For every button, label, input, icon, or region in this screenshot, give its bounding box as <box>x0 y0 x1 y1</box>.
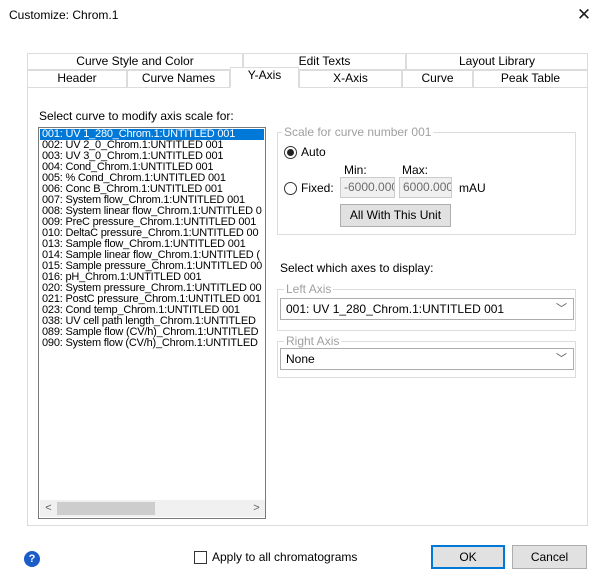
list-item[interactable]: 089: Sample flow (CV/h)_Chrom.1:UNTITLED <box>40 327 264 338</box>
curve-listbox[interactable]: 001: UV 1_280_Chrom.1:UNTITLED 001 002: … <box>38 127 266 519</box>
ok-button[interactable]: OK <box>431 545 505 569</box>
list-item[interactable]: 016: pH_Chrom.1:UNTITLED 001 <box>40 272 264 283</box>
list-item[interactable]: 021: PostC pressure_Chrom.1:UNTITLED 001 <box>40 294 264 305</box>
list-item[interactable]: 007: System flow_Chrom.1:UNTITLED 001 <box>40 195 264 206</box>
fixed-radio[interactable] <box>284 182 297 195</box>
left-axis-value: 001: UV 1_280_Chrom.1:UNTITLED 001 <box>286 302 505 316</box>
fixed-label: Fixed: <box>301 181 334 195</box>
scroll-thumb[interactable] <box>57 502 155 515</box>
tab-header[interactable]: Header <box>27 70 127 87</box>
right-axis-dropdown[interactable]: None ﹀ <box>280 348 574 370</box>
scroll-right-icon[interactable]: > <box>248 500 265 517</box>
help-icon[interactable]: ? <box>24 551 40 567</box>
max-field[interactable]: 6000.000 <box>399 177 452 198</box>
curve-list-prompt: Select curve to modify axis scale for: <box>39 109 234 123</box>
apply-all-label: Apply to all chromatograms <box>212 550 358 564</box>
list-item[interactable]: 023: Cond temp_Chrom.1:UNTITLED 001 <box>40 305 264 316</box>
tab-layout-library[interactable]: Layout Library <box>406 53 588 70</box>
tab-curve-names[interactable]: Curve Names <box>127 70 230 87</box>
tab-peak-table[interactable]: Peak Table <box>473 70 588 87</box>
window-title: Customize: Chrom.1 <box>9 8 119 22</box>
auto-radio[interactable] <box>284 146 297 159</box>
list-item[interactable]: 002: UV 2_0_Chrom.1:UNTITLED 001 <box>40 140 264 151</box>
list-item[interactable]: 015: Sample pressure_Chrom.1:UNTITLED 00 <box>40 261 264 272</box>
scroll-left-icon[interactable]: < <box>40 500 57 517</box>
left-axis-dropdown[interactable]: 001: UV 1_280_Chrom.1:UNTITLED 001 ﹀ <box>280 298 574 320</box>
scale-group-caption: Scale for curve number 001 <box>282 125 434 139</box>
right-axis-value: None <box>286 352 315 366</box>
list-item[interactable]: 090: System flow (CV/h)_Chrom.1:UNTITLED <box>40 338 264 349</box>
list-item[interactable]: 004: Cond_Chrom.1:UNTITLED 001 <box>40 162 264 173</box>
chevron-down-icon: ﹀ <box>556 303 567 315</box>
tab-curve-style-and-color[interactable]: Curve Style and Color <box>27 53 243 70</box>
chevron-down-icon: ﹀ <box>556 353 567 365</box>
list-item[interactable]: 013: Sample flow_Chrom.1:UNTITLED 001 <box>40 239 264 250</box>
list-item[interactable]: 014: Sample linear flow_Chrom.1:UNTITLED… <box>40 250 264 261</box>
apply-all-checkbox[interactable] <box>194 551 207 564</box>
close-icon[interactable]: ✕ <box>574 4 594 26</box>
max-label: Max: <box>402 163 429 177</box>
list-item[interactable]: 008: System linear flow_Chrom.1:UNTITLED… <box>40 206 264 217</box>
list-item[interactable]: 001: UV 1_280_Chrom.1:UNTITLED 001 <box>40 129 264 140</box>
axes-prompt: Select which axes to display: <box>280 261 434 275</box>
list-item[interactable]: 010: DeltaC pressure_Chrom.1:UNTITLED 00 <box>40 228 264 239</box>
left-axis-caption: Left Axis <box>284 282 334 296</box>
tab-curve[interactable]: Curve <box>402 70 473 87</box>
list-item[interactable]: 009: PreC pressure_Chrom.1:UNTITLED 001 <box>40 217 264 228</box>
right-axis-caption: Right Axis <box>284 334 342 348</box>
tab-y-axis[interactable]: Y-Axis <box>230 67 299 88</box>
title-bar: Customize: Chrom.1 ✕ <box>0 0 594 30</box>
unit-label: mAU <box>459 181 486 195</box>
cancel-button[interactable]: Cancel <box>512 545 587 569</box>
horizontal-scrollbar[interactable]: < > <box>40 500 265 517</box>
list-item[interactable]: 020: System pressure_Chrom.1:UNTITLED 00 <box>40 283 264 294</box>
tab-x-axis[interactable]: X-Axis <box>299 70 402 87</box>
auto-label: Auto <box>301 145 326 159</box>
min-field[interactable]: -6000.000 <box>340 177 395 198</box>
list-item[interactable]: 038: UV cell path length_Chrom.1:UNTITLE… <box>40 316 264 327</box>
min-label: Min: <box>344 163 367 177</box>
all-with-this-unit-button[interactable]: All With This Unit <box>340 204 451 227</box>
list-item[interactable]: 003: UV 3_0_Chrom.1:UNTITLED 001 <box>40 151 264 162</box>
list-item[interactable]: 005: % Cond_Chrom.1:UNTITLED 001 <box>40 173 264 184</box>
list-item[interactable]: 006: Conc B_Chrom.1:UNTITLED 001 <box>40 184 264 195</box>
